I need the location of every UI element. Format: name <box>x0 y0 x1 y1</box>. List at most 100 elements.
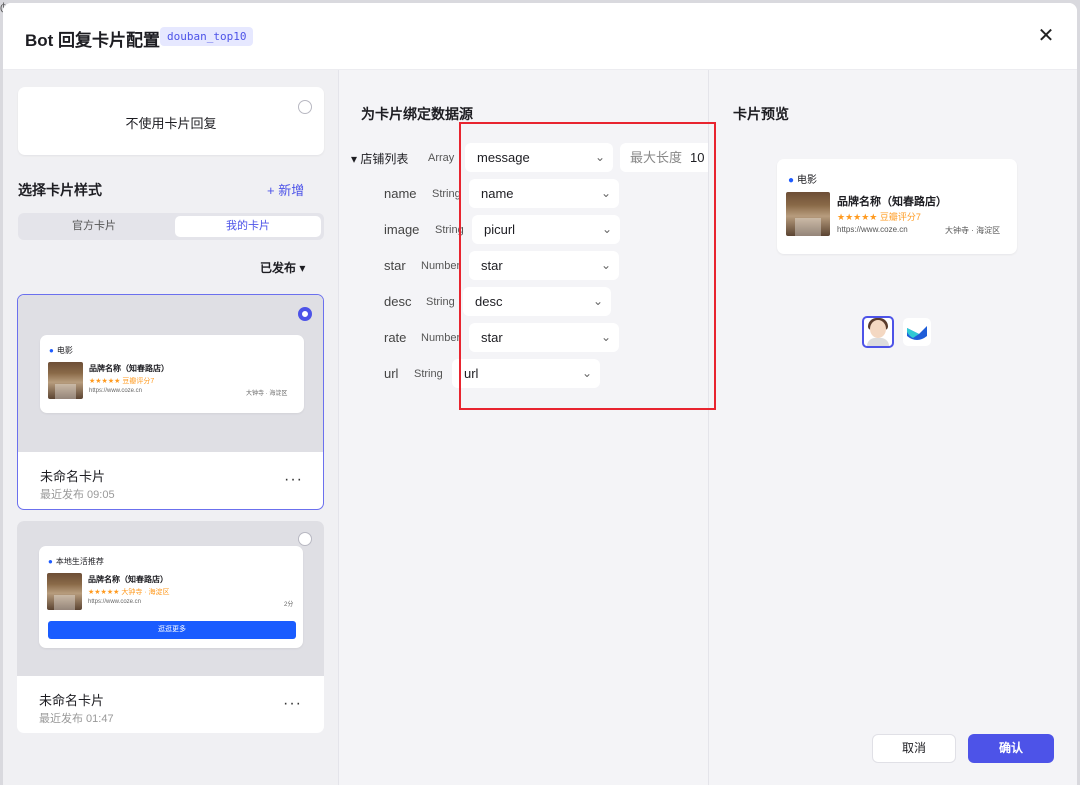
field-type-image: String <box>435 224 464 236</box>
close-icon[interactable]: ✕ <box>1035 25 1057 47</box>
card-preview: ● 电影 品牌名称（知春路店） ★★★★★ 豆瓣评分7 https://www.c… <box>18 295 323 452</box>
card-preview-panel: 卡片预览 ● 电影 品牌名称（知春路店） ★★★★★ 豆瓣评分7 https://… <box>708 70 1077 785</box>
field-select-image[interactable]: picurl ⌄ <box>472 215 620 244</box>
store-url: https://www.coze.cn <box>89 388 143 394</box>
field-type-rate: Number <box>421 332 461 344</box>
publish-filter-dropdown[interactable]: 已发布 ▾ <box>260 259 305 276</box>
modal-header: Bot 回复卡片配置 douban_top10 ✕ <box>3 3 1077 70</box>
field-label-star: star <box>384 258 406 273</box>
card-preview: ● 本地生活推荐 品牌名称（知春路店） ★★★★★ 大钟寺 · 海淀区 https… <box>17 521 324 676</box>
field-type-star: Number <box>421 260 461 272</box>
bot-tag: douban_top10 <box>160 27 254 46</box>
preview-rating-stars: ★★★★★ 豆瓣评分7 <box>837 212 921 222</box>
field-label-image: image <box>384 222 420 237</box>
card-publish-time: 最近发布 01:47 <box>39 713 114 725</box>
field-type-desc: String <box>426 296 455 308</box>
field-select-rate[interactable]: star ⌄ <box>469 323 619 352</box>
field-value-desc: desc <box>475 294 503 309</box>
more-options-icon[interactable]: ··· <box>283 695 302 713</box>
store-url: https://www.coze.cn <box>88 599 142 605</box>
preview-store-image <box>786 192 830 236</box>
store-list-type: Array <box>428 152 455 164</box>
store-image <box>48 362 83 399</box>
section-title: 选择卡片样式 <box>18 182 102 198</box>
style-card-radio[interactable] <box>298 532 312 546</box>
chevron-down-icon: ⌄ <box>592 294 603 308</box>
card-name: 未命名卡片 <box>39 693 105 708</box>
card-publish-time: 最近发布 09:05 <box>40 489 115 501</box>
avatar-face <box>870 320 886 338</box>
cancel-button[interactable]: 取消 <box>872 734 956 763</box>
chevron-down-icon: ⌄ <box>581 366 592 380</box>
mini-card: ● 本地生活推荐 品牌名称（知春路店） ★★★★★ 大钟寺 · 海淀区 https… <box>39 546 303 648</box>
store-list-select[interactable]: message ⌄ <box>465 143 613 172</box>
preview-title: 卡片预览 <box>733 106 789 122</box>
store-name: 品牌名称（知春路店） <box>88 575 168 584</box>
store-list-label[interactable]: ▾ 店铺列表 <box>351 150 408 167</box>
style-card[interactable]: ● 电影 品牌名称（知春路店） ★★★★★ 豆瓣评分7 https://www.c… <box>17 294 324 510</box>
preview-card: ● 电影 品牌名称（知春路店） ★★★★★ 豆瓣评分7 https://www.c… <box>777 159 1017 254</box>
preview-store-url: https://www.coze.cn <box>837 225 908 234</box>
no-card-radio[interactable] <box>298 100 312 114</box>
store-address: 大钟寺 · 海淀区 <box>246 391 288 397</box>
max-length-field[interactable]: 最大长度 10 <box>620 143 708 172</box>
explore-more-button[interactable]: 逛逛更多 <box>48 621 296 639</box>
style-card[interactable]: ● 本地生活推荐 品牌名称（知春路店） ★★★★★ 大钟寺 · 海淀区 https… <box>17 521 324 733</box>
chevron-down-icon: ⌄ <box>601 222 612 236</box>
field-value-star: star <box>481 258 503 273</box>
preview-location: ● 电影 <box>788 171 817 186</box>
tab-my-cards[interactable]: 我的卡片 <box>175 216 321 237</box>
field-label-url: url <box>384 366 399 381</box>
modal-title: Bot 回复卡片配置 <box>25 31 161 50</box>
field-label-name: name <box>384 186 417 201</box>
field-type-url: String <box>414 368 443 380</box>
location-pin-icon: ● <box>48 557 53 566</box>
field-value-name: name <box>481 186 514 201</box>
app-logo-icon[interactable] <box>903 318 931 346</box>
chevron-down-icon: ⌄ <box>600 330 611 344</box>
max-length-value: 10 <box>690 150 705 165</box>
style-card-radio[interactable] <box>298 307 312 321</box>
binding-title: 为卡片绑定数据源 <box>361 106 473 122</box>
field-value-rate: star <box>481 330 503 345</box>
confirm-button[interactable]: 确认 <box>968 734 1054 763</box>
chevron-down-icon: ⌄ <box>600 186 611 200</box>
tab-official-cards[interactable]: 官方卡片 <box>21 216 167 237</box>
card-source-tabs: 官方卡片 我的卡片 <box>18 213 324 240</box>
card-style-panel: 不使用卡片回复 选择卡片样式 + 新增 官方卡片 我的卡片 已发布 ▾ ● 电影 … <box>3 70 339 785</box>
store-list-value: message <box>477 150 530 165</box>
store-name: 品牌名称（知春路店） <box>89 364 169 373</box>
field-select-star[interactable]: star ⌄ <box>469 251 619 280</box>
rating-stars: ★★★★★ 大钟寺 · 海淀区 <box>88 589 170 596</box>
no-card-option[interactable]: 不使用卡片回复 <box>18 87 324 155</box>
store-distance: 2分 <box>284 602 294 608</box>
field-select-name[interactable]: name ⌄ <box>469 179 619 208</box>
card-name: 未命名卡片 <box>40 469 106 484</box>
more-options-icon[interactable]: ··· <box>284 471 303 489</box>
data-binding-panel: 为卡片绑定数据源 ▾ 店铺列表 Array message ⌄ 最大长度 10 n… <box>339 70 708 785</box>
preview-store-name: 品牌名称（知春路店） <box>837 196 947 208</box>
location-text: 本地生活推荐 <box>55 557 104 566</box>
chevron-down-icon: ⌄ <box>594 150 605 164</box>
mini-card-location: ● 电影 <box>49 345 73 356</box>
no-card-label: 不使用卡片回复 <box>125 116 217 131</box>
field-label-desc: desc <box>384 294 412 309</box>
field-select-desc[interactable]: desc ⌄ <box>463 287 611 316</box>
location-pin-icon: ● <box>788 175 795 186</box>
preview-store-address: 大钟寺 · 海淀区 <box>945 226 1001 235</box>
mini-card-location: ● 本地生活推荐 <box>48 556 104 567</box>
field-type-name: String <box>432 188 461 200</box>
mini-card: ● 电影 品牌名称（知春路店） ★★★★★ 豆瓣评分7 https://www.c… <box>40 335 304 413</box>
avatar-icon[interactable] <box>862 316 894 348</box>
add-card-button[interactable]: + 新增 <box>267 180 304 199</box>
field-value-image: picurl <box>484 222 516 237</box>
card-config-modal: Bot 回复卡片配置 douban_top10 ✕ 不使用卡片回复 选择卡片样式… <box>3 3 1077 785</box>
location-text: 电影 <box>56 346 73 355</box>
chevron-down-icon: ⌄ <box>600 258 611 272</box>
field-value-url: url <box>464 366 479 381</box>
field-select-url[interactable]: url ⌄ <box>452 359 600 388</box>
avatar-body <box>867 338 889 346</box>
rating-stars: ★★★★★ 豆瓣评分7 <box>89 378 155 385</box>
preview-location-text: 电影 <box>797 175 818 186</box>
store-image <box>47 573 82 610</box>
